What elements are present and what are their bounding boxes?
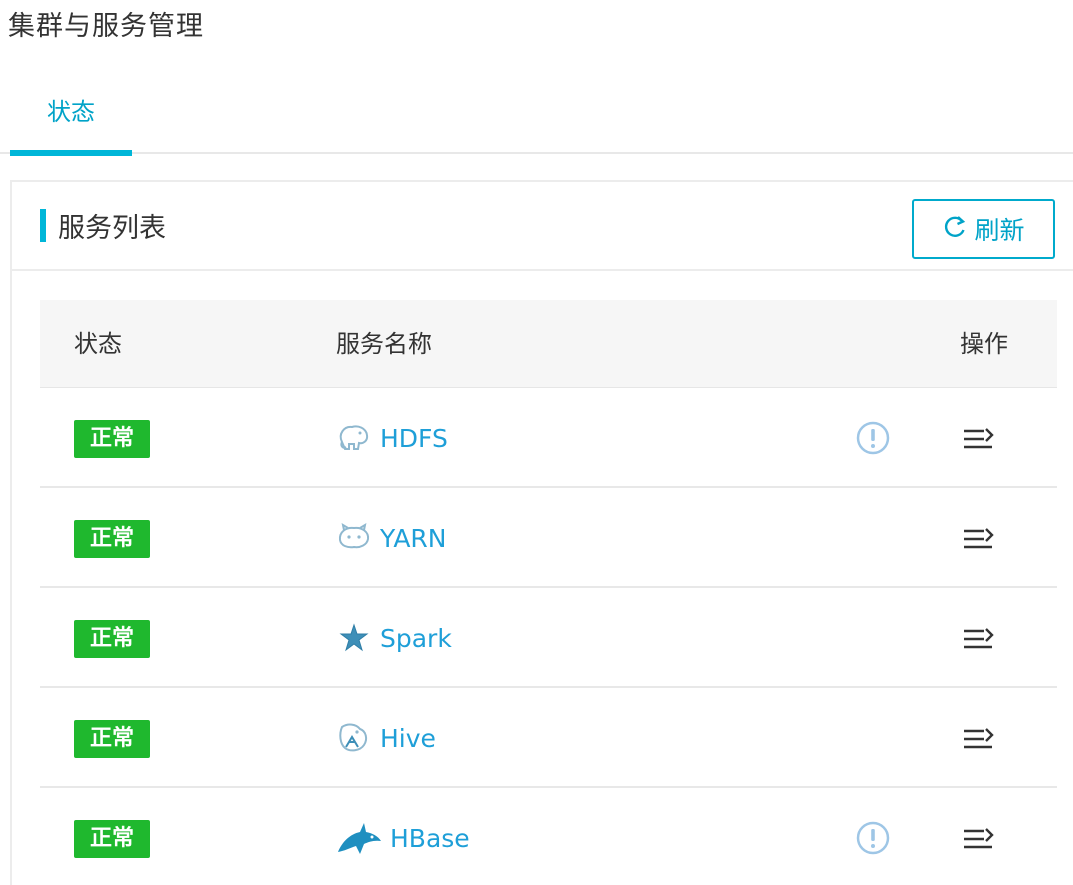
hbase-orca-icon (336, 820, 382, 856)
yarn-cat-icon (336, 522, 372, 554)
status-badge: 正常 (74, 520, 150, 558)
service-link-spark[interactable]: Spark (336, 588, 452, 688)
service-link-hbase[interactable]: HBase (336, 788, 470, 885)
warning-icon[interactable] (856, 421, 890, 455)
table-row: 正常 Spark (40, 588, 1057, 688)
panel-accent-bar (40, 209, 46, 242)
refresh-label: 刷新 (974, 216, 1025, 245)
table-row: 正常 HBase (40, 788, 1057, 885)
refresh-icon (942, 214, 968, 244)
service-name: Spark (380, 623, 452, 653)
operation-menu-icon[interactable] (960, 820, 996, 856)
table-row: 正常 Hive (40, 688, 1057, 788)
tab-status-label: 状态 (47, 98, 95, 126)
status-badge: 正常 (74, 420, 150, 458)
service-name: Hive (380, 723, 436, 753)
hive-bee-icon (336, 721, 372, 755)
operation-menu-icon[interactable] (960, 520, 996, 556)
spark-star-icon (336, 622, 372, 654)
service-name: HBase (390, 823, 470, 853)
status-badge: 正常 (74, 820, 150, 858)
service-table: 状态 服务名称 操作 正常 HDFS 正常 YARN 正常 Spark 正常 H… (40, 300, 1057, 885)
service-name: HDFS (380, 423, 448, 453)
status-badge: 正常 (74, 720, 150, 758)
hdfs-elephant-icon (336, 422, 372, 454)
warning-icon[interactable] (856, 821, 890, 855)
active-tab-indicator (10, 150, 132, 156)
table-row: 正常 HDFS (40, 388, 1057, 488)
column-header-name: 服务名称 (336, 330, 432, 358)
service-link-hdfs[interactable]: HDFS (336, 388, 448, 488)
service-link-hive[interactable]: Hive (336, 688, 436, 788)
tab-status[interactable]: 状态 (10, 84, 132, 156)
table-header: 状态 服务名称 操作 (40, 300, 1057, 388)
operation-menu-icon[interactable] (960, 620, 996, 656)
table-row: 正常 YARN (40, 488, 1057, 588)
page-title: 集群与服务管理 (8, 11, 204, 42)
status-badge: 正常 (74, 620, 150, 658)
tab-bar: 状态 (0, 84, 1073, 156)
refresh-button[interactable]: 刷新 (912, 199, 1055, 259)
column-header-ops: 操作 (960, 330, 1008, 358)
operation-menu-icon[interactable] (960, 420, 996, 456)
service-name: YARN (380, 523, 447, 553)
service-link-yarn[interactable]: YARN (336, 488, 447, 588)
panel-header: 服务列表 刷新 (12, 182, 1073, 271)
column-header-status: 状态 (74, 330, 122, 358)
service-list-panel: 服务列表 刷新 状态 服务名称 操作 正常 HDFS 正常 YARN 正常 Sp… (10, 180, 1073, 885)
panel-title: 服务列表 (58, 213, 166, 244)
operation-menu-icon[interactable] (960, 720, 996, 756)
